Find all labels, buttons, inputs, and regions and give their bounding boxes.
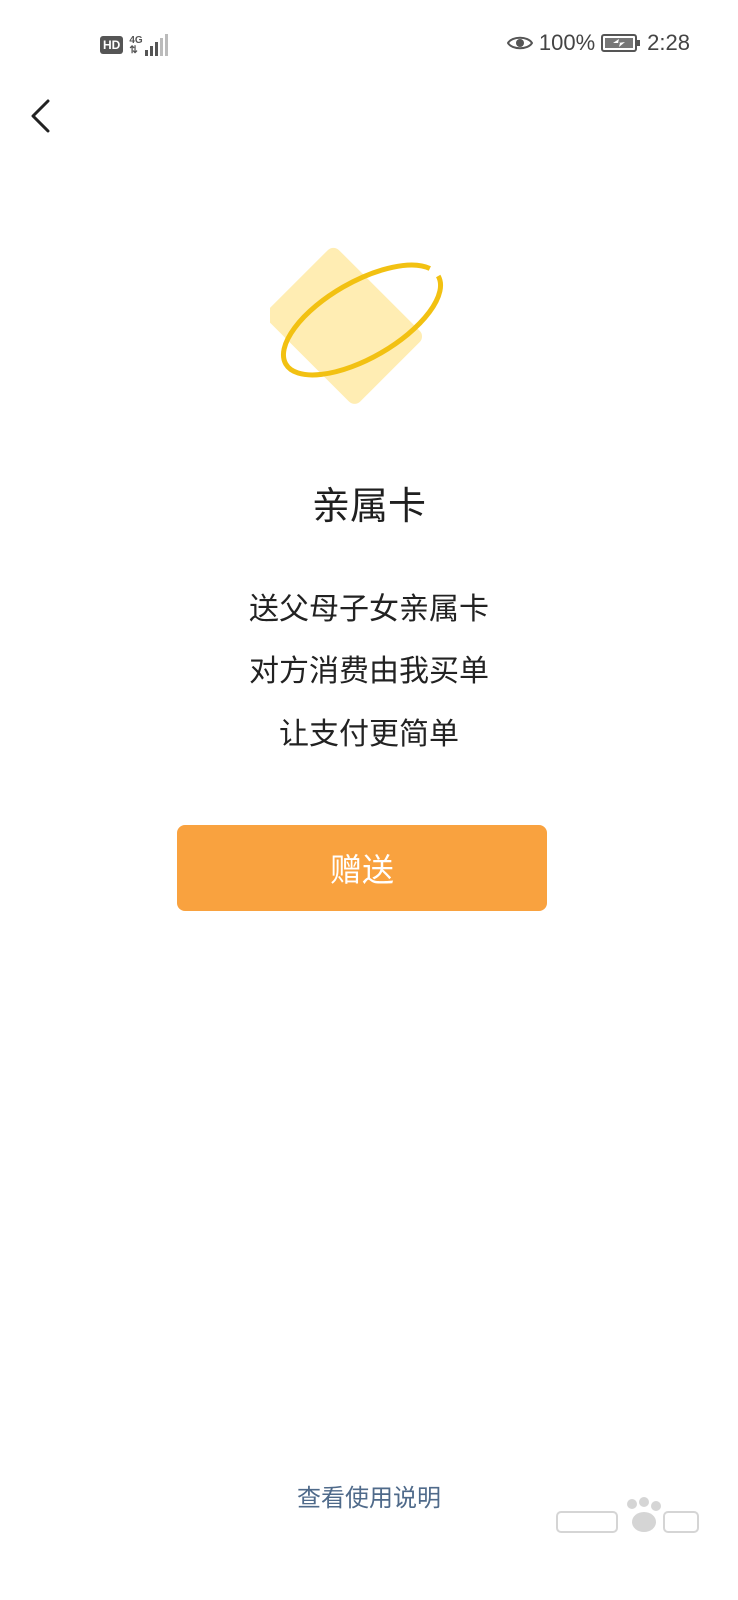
description-line: 让支付更简单 bbox=[279, 717, 459, 752]
status-left: HD 4G ⇅ bbox=[100, 34, 168, 56]
network-arrows: ⇅ bbox=[129, 45, 138, 56]
family-card-page: HD 4G ⇅ 100% 2:28 亲属卡 送父母子女亲属卡 对方消费由我买单 … bbox=[0, 0, 738, 1600]
back-button[interactable] bbox=[20, 96, 60, 136]
signal-bar-icon bbox=[154, 42, 158, 56]
page-title: 亲属卡 bbox=[311, 484, 426, 528]
watermark-logo-icon bbox=[556, 1497, 699, 1533]
battery-charging-icon bbox=[601, 34, 641, 52]
signal-indicator: 4G ⇅ bbox=[129, 34, 168, 56]
status-bar: HD 4G ⇅ 100% 2:28 bbox=[0, 0, 738, 90]
signal-bar-icon bbox=[159, 38, 163, 56]
signal-bar-icon bbox=[164, 34, 168, 56]
network-type: 4G ⇅ bbox=[129, 36, 142, 56]
status-time: 2:28 bbox=[647, 30, 690, 55]
signal-bar-icon bbox=[149, 46, 153, 56]
card-orbit-illustration bbox=[270, 247, 444, 404]
description-line: 对方消费由我买单 bbox=[249, 654, 489, 689]
signal-bar-icon bbox=[144, 50, 148, 56]
gift-button[interactable]: 赠送 bbox=[177, 825, 547, 911]
status-right: 100% 2:28 bbox=[506, 30, 690, 56]
eye-icon bbox=[506, 36, 533, 50]
chevron-left-icon bbox=[31, 99, 50, 133]
description-line: 送父母子女亲属卡 bbox=[249, 592, 489, 627]
hd-badge: HD bbox=[100, 36, 124, 54]
battery-percent: 100% bbox=[538, 30, 596, 55]
